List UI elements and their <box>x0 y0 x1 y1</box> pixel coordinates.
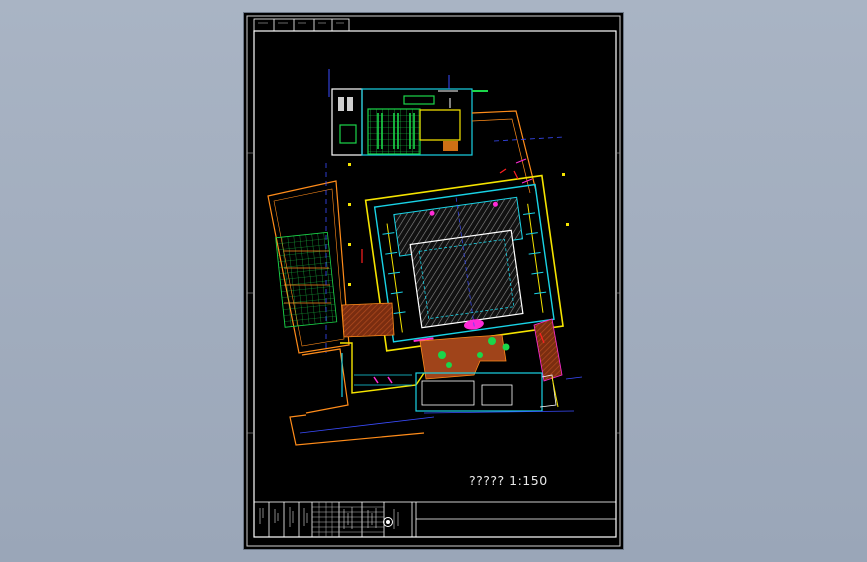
header-stamp <box>253 18 350 32</box>
cad-viewport[interactable]: ????? 1:150 <box>0 0 867 562</box>
floor-plan-drawing <box>246 15 621 547</box>
title-block <box>253 501 617 538</box>
scale-label: ????? 1:150 <box>469 473 548 488</box>
terrace-right <box>533 318 563 382</box>
plan-group <box>267 69 583 446</box>
drawing-sheet[interactable]: ????? 1:150 <box>244 13 623 549</box>
round-seal-icon <box>383 517 393 527</box>
terrace-left <box>341 302 395 338</box>
main-building <box>364 174 564 352</box>
top-block <box>328 69 488 156</box>
left-annex <box>267 180 350 354</box>
